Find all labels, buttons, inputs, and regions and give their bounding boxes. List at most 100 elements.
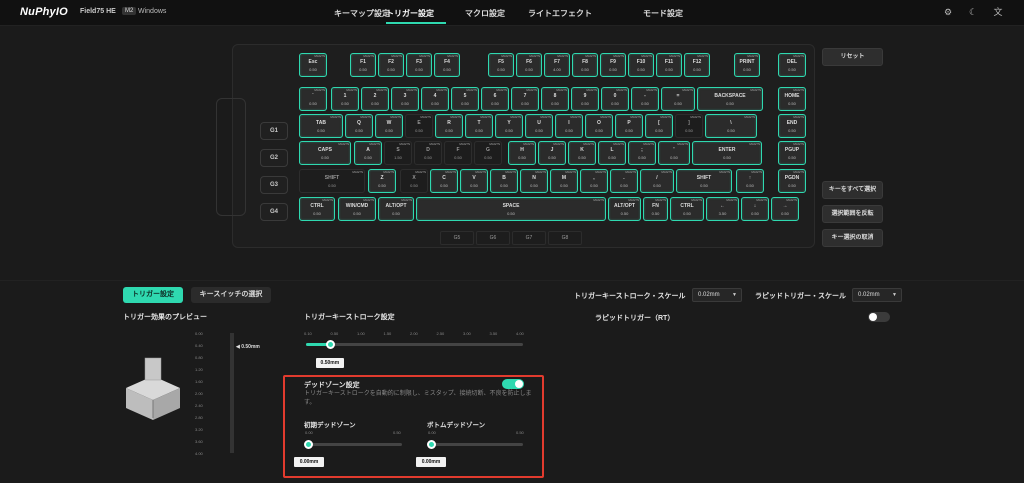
gear-icon[interactable]: ⚙ xyxy=(943,7,953,17)
layer-button-g7[interactable]: G7 xyxy=(512,231,546,245)
key-shift[interactable]: MAGTS SHIFT 0.50 xyxy=(299,169,365,193)
key-4[interactable]: MAGTS 4 0.50 xyxy=(421,87,449,111)
device-model[interactable]: Field75 HE xyxy=(80,8,116,15)
key-r[interactable]: MAGTS R 0.50 xyxy=(435,114,463,138)
key-f5[interactable]: MAGTS F5 0.50 xyxy=(488,53,514,77)
initial-deadzone-thumb[interactable] xyxy=(304,440,313,449)
key-6[interactable]: MAGTS 6 0.50 xyxy=(481,87,509,111)
layer-button-g5[interactable]: G5 xyxy=(440,231,474,245)
key--[interactable]: MAGTS, 0.50 xyxy=(580,169,608,193)
rapid-trigger-toggle[interactable] xyxy=(868,312,890,322)
key-m[interactable]: MAGTS M 0.50 xyxy=(550,169,578,193)
key-f12[interactable]: MAGTS F12 0.50 xyxy=(684,53,710,77)
deadzone-toggle[interactable] xyxy=(502,379,524,389)
key-w[interactable]: MAGTS W 0.50 xyxy=(375,114,403,138)
key-k[interactable]: MAGTS K 0.50 xyxy=(568,141,596,165)
key--[interactable]: MAGTS ← 3.50 xyxy=(706,197,739,221)
key-a[interactable]: MAGTS A 0.50 xyxy=(354,141,382,165)
key-l[interactable]: MAGTS L 0.50 xyxy=(598,141,626,165)
key-f7[interactable]: MAGTS F7 4.00 xyxy=(544,53,570,77)
key-enter[interactable]: MAGTS ENTER 0.50 xyxy=(692,141,762,165)
key--[interactable]: MAGTS ↓ 0.50 xyxy=(741,197,769,221)
deselect-keys-button[interactable]: キー選択の取消 xyxy=(822,229,883,247)
key-e[interactable]: MAGTS E 0.50 xyxy=(405,114,433,138)
key-p[interactable]: MAGTS P 0.50 xyxy=(615,114,643,138)
key-u[interactable]: MAGTS U 0.50 xyxy=(525,114,553,138)
key-5[interactable]: MAGTS 5 0.50 xyxy=(451,87,479,111)
tab-trigger[interactable]: トリガー設定 xyxy=(386,8,434,19)
key-g[interactable]: MAGTS G 0.50 xyxy=(474,141,502,165)
key-x[interactable]: MAGTS X 0.50 xyxy=(400,169,428,193)
profile-badge[interactable]: M2 xyxy=(122,7,137,15)
key-f10[interactable]: MAGTS F10 0.50 xyxy=(628,53,654,77)
key-f2[interactable]: MAGTS F2 0.50 xyxy=(378,53,404,77)
bottom-deadzone-track[interactable] xyxy=(429,443,523,446)
key-f9[interactable]: MAGTS F9 0.50 xyxy=(600,53,626,77)
key--[interactable]: MAGTS \ 0.50 xyxy=(705,114,757,138)
key-f[interactable]: MAGTS F 0.50 xyxy=(444,141,472,165)
key-2[interactable]: MAGTS 2 0.50 xyxy=(361,87,389,111)
key-del[interactable]: MAGTS DEL 0.50 xyxy=(778,53,806,77)
key-pgdn[interactable]: MAGTS PGDN 0.50 xyxy=(778,169,806,193)
tab-macro[interactable]: マクロ設定 xyxy=(465,8,505,19)
key-ctrl[interactable]: MAGTS CTRL 0.50 xyxy=(299,197,335,221)
key-3[interactable]: MAGTS 3 0.50 xyxy=(391,87,419,111)
key-b[interactable]: MAGTS B 0.50 xyxy=(490,169,518,193)
key-n[interactable]: MAGTS N 0.50 xyxy=(520,169,548,193)
key-t[interactable]: MAGTS T 0.50 xyxy=(465,114,493,138)
key-space[interactable]: MAGTS SPACE 0.50 xyxy=(416,197,606,221)
key-f3[interactable]: MAGTS F3 0.50 xyxy=(406,53,432,77)
key-caps[interactable]: MAGTS CAPS 0.50 xyxy=(299,141,351,165)
key-7[interactable]: MAGTS 7 0.50 xyxy=(511,87,539,111)
key-print[interactable]: MAGTS PRINT 0.50 xyxy=(734,53,760,77)
key-alt-opt[interactable]: MAGTS ALT/OPT 0.50 xyxy=(608,197,641,221)
rapid-scale-select[interactable]: 0.02mm ▼ xyxy=(852,288,902,302)
language-icon[interactable]: 文 xyxy=(993,7,1003,17)
key-z[interactable]: MAGTS Z 0.50 xyxy=(368,169,396,193)
tab-switch-select[interactable]: キースイッチの選択 xyxy=(191,287,271,303)
os-label[interactable]: Windows xyxy=(138,8,166,15)
key--[interactable]: MAGTS. 0.50 xyxy=(610,169,638,193)
reset-button[interactable]: リセット xyxy=(822,48,883,66)
key-shift[interactable]: MAGTS SHIFT 0.50 xyxy=(676,169,732,193)
initial-deadzone-track[interactable] xyxy=(306,443,402,446)
key--[interactable]: MAGTS/ 0.50 xyxy=(640,169,674,193)
key-8[interactable]: MAGTS 8 0.50 xyxy=(541,87,569,111)
key-end[interactable]: MAGTS END 0.50 xyxy=(778,114,806,138)
invert-selection-button[interactable]: 選択範囲を反転 xyxy=(822,205,883,223)
key-y[interactable]: MAGTS Y 0.50 xyxy=(495,114,523,138)
tab-lighting[interactable]: ライトエフェクト xyxy=(528,8,592,19)
group-button-g4[interactable]: G4 xyxy=(260,203,288,221)
key--[interactable]: MAGTS; 0.50 xyxy=(628,141,656,165)
key-f4[interactable]: MAGTS F4 0.50 xyxy=(434,53,460,77)
key-h[interactable]: MAGTS H 0.50 xyxy=(508,141,536,165)
key-f8[interactable]: MAGTS F8 0.50 xyxy=(572,53,598,77)
key--[interactable]: MAGTS] 0.50 xyxy=(675,114,703,138)
key-ctrl[interactable]: MAGTS CTRL 0.50 xyxy=(670,197,704,221)
key-0[interactable]: MAGTS 0 0.50 xyxy=(601,87,629,111)
tab-mode[interactable]: モード設定 xyxy=(643,8,683,19)
key-alt-opt[interactable]: MAGTS ALT/OPT 0.50 xyxy=(378,197,414,221)
key-c[interactable]: MAGTS C 0.50 xyxy=(430,169,458,193)
stroke-slider-track[interactable] xyxy=(306,343,523,346)
key-f11[interactable]: MAGTS F11 0.50 xyxy=(656,53,682,77)
group-button-g2[interactable]: G2 xyxy=(260,149,288,167)
layer-button-g8[interactable]: G8 xyxy=(548,231,582,245)
key--[interactable]: MAGTS ↑ 0.50 xyxy=(736,169,764,193)
key--[interactable]: MAGTS[0.50 xyxy=(645,114,673,138)
stroke-scale-select[interactable]: 0.02mm ▼ xyxy=(692,288,742,302)
bottom-deadzone-thumb[interactable] xyxy=(427,440,436,449)
key-f6[interactable]: MAGTS F6 0.50 xyxy=(516,53,542,77)
tab-keymap[interactable]: キーマップ設定 xyxy=(334,8,390,19)
key-pgup[interactable]: MAGTS PGUP 0.50 xyxy=(778,141,806,165)
key-win-cmd[interactable]: MAGTS WIN/CMD 0.50 xyxy=(338,197,376,221)
group-button-g3[interactable]: G3 xyxy=(260,176,288,194)
key-d[interactable]: MAGTS D 0.50 xyxy=(414,141,442,165)
select-all-keys-button[interactable]: キーをすべて選択 xyxy=(822,181,883,199)
moon-icon[interactable]: ☾ xyxy=(968,7,978,17)
key--[interactable]: MAGTS ` 0.50 xyxy=(299,87,327,111)
key-v[interactable]: MAGTS V 0.50 xyxy=(460,169,488,193)
key--[interactable]: MAGTS = 0.50 xyxy=(661,87,695,111)
key--[interactable]: MAGTS → 0.50 xyxy=(771,197,799,221)
key-fn[interactable]: MAGTS FN 0.50 xyxy=(643,197,668,221)
